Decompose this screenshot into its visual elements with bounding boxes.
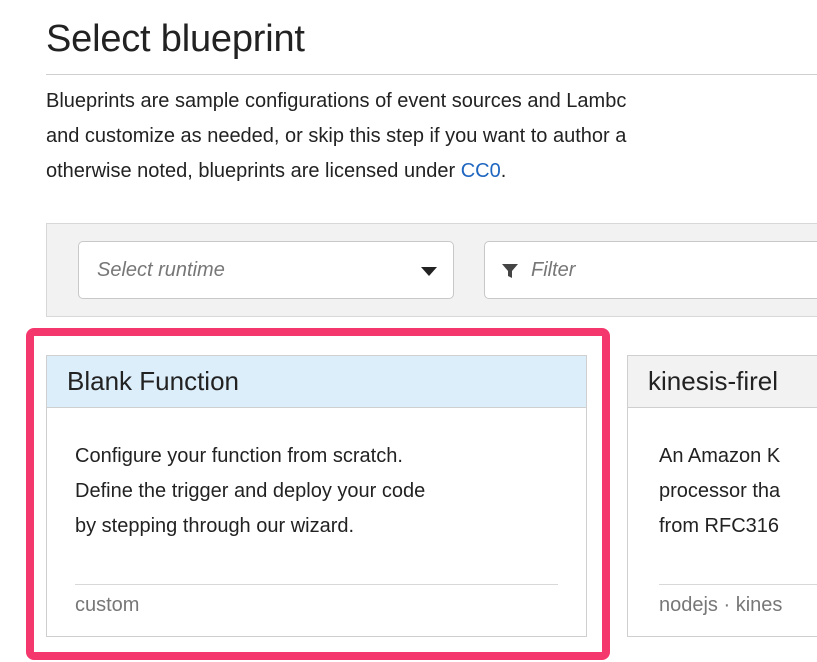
card-description-line: An Amazon K <box>659 445 781 467</box>
blueprint-page: Select blueprint Blueprints are sample c… <box>0 0 817 662</box>
cc0-license-link[interactable]: CC0 <box>461 160 501 182</box>
card-description: An Amazon K processor tha from RFC316 <box>659 439 817 544</box>
description-line: Blueprints are sample configurations of … <box>46 90 627 112</box>
runtime-select-placeholder: Select runtime <box>97 259 225 281</box>
card-divider <box>659 584 817 585</box>
title-divider <box>46 74 817 75</box>
filter-placeholder: Filter <box>531 259 576 281</box>
runtime-select[interactable]: Select runtime <box>78 241 454 299</box>
description-line-license: otherwise noted, blueprints are licensed… <box>46 154 817 189</box>
card-tags: nodejs · kines <box>659 594 783 616</box>
description-text: otherwise noted, blueprints are licensed… <box>46 160 461 182</box>
page-description: Blueprints are sample configurations of … <box>46 84 817 189</box>
page-title: Select blueprint <box>46 18 305 60</box>
filter-input[interactable]: Filter <box>484 241 817 299</box>
card-title: kinesis-firel <box>648 366 779 396</box>
card-description-line: from RFC316 <box>659 515 780 537</box>
selection-highlight <box>26 328 610 660</box>
filter-funnel-icon <box>502 264 518 278</box>
description-period: . <box>500 160 507 182</box>
caret-down-icon <box>421 267 437 276</box>
card-description-line: processor tha <box>659 480 781 502</box>
blueprint-card-kinesis[interactable]: kinesis-firel An Amazon K processor tha … <box>627 355 817 637</box>
description-line: and customize as needed, or skip this st… <box>46 125 627 147</box>
blueprint-toolbar: Select runtime Filter <box>46 223 817 317</box>
card-header: kinesis-firel <box>628 356 817 408</box>
